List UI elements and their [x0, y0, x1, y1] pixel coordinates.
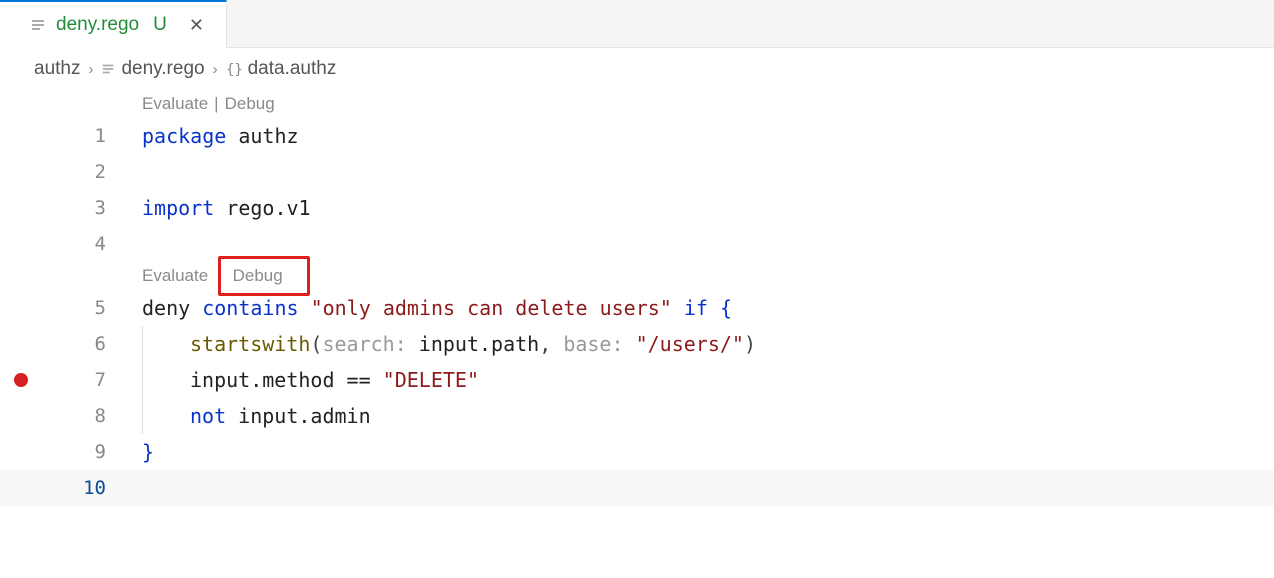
code-line[interactable]: 8 not input.admin: [0, 398, 1274, 434]
code-line[interactable]: 4: [0, 226, 1274, 262]
code-line[interactable]: 10: [0, 470, 1274, 506]
chevron-right-icon: ›: [213, 61, 218, 78]
codelens-row: Evaluate | Debug: [0, 262, 1274, 290]
tab-title: deny.rego: [56, 14, 139, 36]
tab-modified-indicator: U: [153, 14, 167, 36]
codelens-evaluate[interactable]: Evaluate: [142, 258, 208, 294]
line-number: 10: [0, 470, 124, 506]
codelens-debug[interactable]: Debug: [225, 86, 275, 122]
close-icon[interactable]: ✕: [185, 13, 208, 38]
breadcrumb-segment-file[interactable]: deny.rego: [101, 58, 204, 80]
line-number: 7: [0, 362, 124, 398]
codelens-row: Evaluate | Debug: [0, 90, 1274, 118]
codelens-separator: |: [214, 86, 218, 122]
breadcrumb-segment-symbol[interactable]: {} data.authz: [226, 58, 337, 80]
line-number: 4: [0, 226, 124, 262]
breadcrumb-segment-folder[interactable]: authz: [34, 58, 80, 80]
line-number: 9: [0, 434, 124, 470]
codelens-evaluate[interactable]: Evaluate: [142, 86, 208, 122]
line-number: 5: [0, 290, 124, 326]
code-editor[interactable]: Evaluate | Debug 1 package authz 2 3 imp…: [0, 90, 1274, 506]
tab-deny-rego[interactable]: deny.rego U ✕: [0, 0, 227, 48]
code-line[interactable]: 9 }: [0, 434, 1274, 470]
tab-bar: deny.rego U ✕: [0, 0, 1274, 48]
file-icon: [30, 17, 46, 33]
breadcrumb: authz › deny.rego › {} data.authz: [0, 48, 1274, 90]
code-line[interactable]: 7 input.method == "DELETE": [0, 362, 1274, 398]
code-line[interactable]: 6 startswith(search: input.path, base: "…: [0, 326, 1274, 362]
braces-icon: {}: [226, 61, 242, 77]
line-number: 1: [0, 118, 124, 154]
line-number: 8: [0, 398, 124, 434]
code-line[interactable]: 5 deny contains "only admins can delete …: [0, 290, 1274, 326]
code-line[interactable]: 1 package authz: [0, 118, 1274, 154]
code-line[interactable]: 2: [0, 154, 1274, 190]
breakpoint-icon[interactable]: [14, 373, 28, 387]
file-icon: [101, 62, 115, 76]
line-number: 2: [0, 154, 124, 190]
line-number: 3: [0, 190, 124, 226]
code-line[interactable]: 3 import rego.v1: [0, 190, 1274, 226]
chevron-right-icon: ›: [88, 61, 93, 78]
svg-text:{}: {}: [226, 62, 242, 77]
line-number: 6: [0, 326, 124, 362]
